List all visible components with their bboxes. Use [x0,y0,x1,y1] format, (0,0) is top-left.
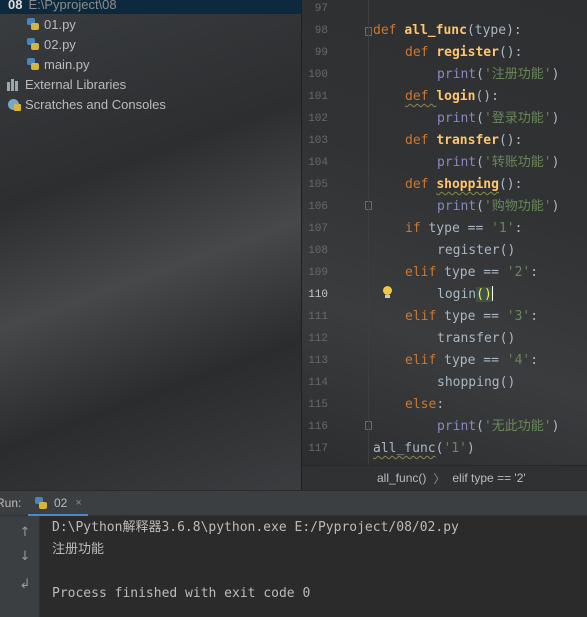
python-file-icon [34,496,48,510]
line-number: 112 [308,333,328,345]
line-number: 116 [308,421,328,433]
text-caret [491,286,493,301]
code-line-106: print('购物功能') [437,199,560,214]
line-number: 106 [308,201,328,213]
project-tree-panel: 08 E:\Pyproject\08 01.py 02.py main.py E… [0,0,302,490]
code-line-109: elif type == '2': [405,265,539,280]
line-number: 111 [308,311,328,323]
up-arrow-icon[interactable]: ↑ [14,522,36,542]
project-root-name: 08 [8,0,23,12]
line-number: 100 [308,69,328,81]
code-line-101: def login(): [405,89,499,104]
code-line-99: def register(): [405,45,523,60]
scratches-icon [7,97,21,111]
console-line: Process finished with exit code 0 [52,586,311,601]
line-number: 114 [308,377,328,389]
line-number: 115 [308,399,328,411]
code-line-100: print('注册功能') [437,67,560,82]
line-number: 117 [308,443,328,455]
run-console[interactable]: D:\Python解释器3.6.8\python.exe E:/Pyprojec… [40,516,587,617]
tree-file-01[interactable]: 01.py [26,14,76,34]
run-tab-label: 02 [54,495,68,510]
project-root-row[interactable]: 08 E:\Pyproject\08 [0,0,302,14]
line-number: 97 [314,3,328,15]
line-number: 105 [308,179,328,191]
code-line-107: if type == '1': [405,221,523,236]
lightbulb-icon[interactable] [382,286,392,298]
project-root-path: E:\Pyproject\08 [28,0,117,12]
run-tab-02[interactable]: 02 × [28,491,88,517]
code-line-113: elif type == '4': [405,353,539,368]
line-number: 101 [308,91,328,103]
tree-file-02[interactable]: 02.py [26,34,76,54]
code-line-114: shopping() [437,375,516,390]
down-arrow-icon[interactable]: ↓ [14,546,36,566]
code-editor[interactable]: 97 98 99 100 101 102 103 104 105 106 107… [302,0,587,465]
line-number: 113 [308,355,328,367]
tree-file-label: 02.py [44,36,76,52]
tree-external-libraries[interactable]: External Libraries [7,74,126,94]
code-line-112: transfer() [437,331,516,346]
line-number: 107 [308,223,328,235]
code-line-105: def shopping(): [405,177,523,192]
python-file-icon [26,37,40,51]
tree-item-label: Scratches and Consoles [25,96,166,112]
tree-file-label: 01.py [44,16,76,32]
close-icon[interactable]: × [75,497,81,509]
breadcrumb-separator: 〉 [433,471,446,486]
breadcrumb-item[interactable]: elif type == '2' [452,471,525,485]
code-line-110: login() [437,286,493,302]
code-line-102: print('登录功能') [437,111,560,126]
breadcrumb: all_func() 〉 elif type == '2' [302,465,587,490]
code-line-117: all_func('1') [373,441,475,456]
run-label: Run: [0,496,22,510]
tree-file-label: main.py [44,56,90,72]
code-line-103: def transfer(): [405,133,523,148]
code-line-104: print('转账功能') [437,155,560,170]
console-line: D:\Python解释器3.6.8\python.exe E:/Pyprojec… [52,520,459,535]
python-file-icon [26,17,40,31]
code-line-115: else: [405,397,445,412]
gutter-separator [368,0,369,465]
code-line-108: register() [437,243,516,258]
python-file-icon [26,57,40,71]
code-line-98: def all_func(type): [373,23,522,38]
run-toolbar: ↑ ↓ ↲ [0,516,40,617]
code-line-111: elif type == '3': [405,309,539,324]
line-number: 103 [308,135,328,147]
soft-wrap-icon[interactable]: ↲ [14,574,36,594]
run-panel-header: Run: 02 × [0,490,587,517]
console-line: 注册功能 [52,542,105,557]
line-number: 102 [308,113,328,125]
code-line-116: print('无此功能') [437,419,560,434]
tree-item-label: External Libraries [25,76,127,92]
line-number: 108 [308,245,328,257]
tree-scratches[interactable]: Scratches and Consoles [7,94,166,114]
library-icon [7,77,21,91]
line-number: 98 [314,25,328,37]
tree-file-main[interactable]: main.py [26,54,90,74]
breadcrumb-item[interactable]: all_func() [377,471,426,485]
line-number: 109 [308,267,328,279]
line-number: 99 [314,47,328,59]
editor-gutter: 97 98 99 100 101 102 103 104 105 106 107… [302,0,372,465]
line-number: 104 [308,157,328,169]
line-number-current: 110 [308,289,328,301]
